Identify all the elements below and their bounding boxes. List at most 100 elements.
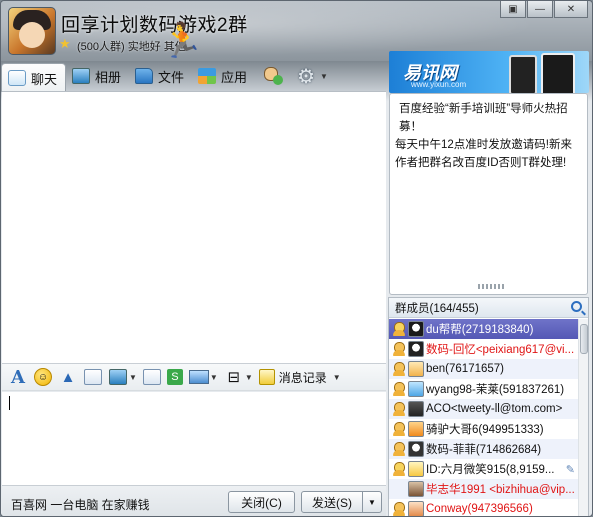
message-log-label[interactable]: 消息记录 <box>279 369 327 386</box>
restore-button[interactable]: ▣ <box>500 1 526 18</box>
gear-icon: ⚙ <box>297 65 315 88</box>
member-name: du帮帮(2719183840) <box>426 324 534 336</box>
image-dropdown-icon[interactable]: ▼ <box>129 373 137 382</box>
avatar <box>408 481 424 497</box>
avatar <box>408 361 424 377</box>
vote-icon[interactable]: ⊟ <box>224 367 244 387</box>
admin-icon <box>392 401 406 417</box>
member-name: 骑驴大哥6(949951333) <box>426 424 544 436</box>
member-row[interactable]: 数码-菲菲(714862684) <box>389 439 579 459</box>
chat-icon <box>8 70 26 86</box>
paste-icon[interactable]: S <box>166 369 183 385</box>
handwriting-icon[interactable] <box>84 369 102 385</box>
edit-icon[interactable]: ✎ <box>566 463 575 476</box>
close-button[interactable]: 关闭(C) <box>228 491 295 513</box>
input-toolbar: A ☺ ▲ ▼ S ▼ ⊟ ▼ 消息记录 ▼ <box>2 363 386 391</box>
members-count: 群成员(164/455) <box>395 302 479 315</box>
tab-files[interactable]: 文件 <box>129 63 192 89</box>
avatar <box>408 321 424 337</box>
vote-dropdown-icon[interactable]: ▼ <box>245 373 253 382</box>
message-input[interactable] <box>2 392 386 485</box>
bottom-bar: 百喜网 一台电脑 在家赚钱 关闭(C) 发送(S) ▼ <box>2 485 386 516</box>
tab-files-label: 文件 <box>158 69 185 85</box>
search-icon[interactable] <box>571 301 582 312</box>
member-name: wyang98-茉莱(591837261) <box>426 384 565 396</box>
member-name: 毕志华1991 <bizhihua@vip... <box>426 484 575 496</box>
chevron-down-icon: ▼ <box>320 71 328 81</box>
font-icon[interactable]: A <box>8 367 28 388</box>
avatar <box>408 401 424 417</box>
member-name: 数码-回忆<peixiang617@vi... <box>426 344 575 356</box>
avatar <box>408 341 424 357</box>
member-row[interactable]: du帮帮(2719183840) <box>389 319 579 339</box>
send-options-button[interactable]: ▼ <box>362 491 382 513</box>
notice-text: 百度经验“新手培训班”导师火热招募！ 每天中午12点准时发放邀请码!新来作者把群… <box>390 94 587 172</box>
function-tabs: 聊天 相册 文件 应用 ⚙ ▼ <box>1 61 389 92</box>
group-members-panel: 群成员(164/455) du帮帮(2719183840) 数码-回忆<peix… <box>388 297 589 516</box>
member-row[interactable]: ACO<tweety-ll@tom.com> <box>389 399 579 419</box>
image-icon[interactable] <box>108 367 128 387</box>
avatar <box>408 461 424 477</box>
screenshot-icon[interactable] <box>188 370 209 384</box>
avatar-face <box>19 22 45 48</box>
avatar <box>408 441 424 457</box>
group-notice-panel: 百度经验“新手培训班”导师火热招募！ 每天中午12点准时发放邀请码!新来作者把群… <box>389 93 588 295</box>
tab-photo-album-label: 相册 <box>95 69 122 85</box>
qq-group-chat-window: 回享计划数码游戏2群 ★ (500人群) 实地好 其他 🏃 ▣ — ✕ 聊天 相… <box>0 0 593 517</box>
avatar <box>408 381 424 397</box>
app-grid-icon <box>198 68 217 84</box>
member-row[interactable]: wyang98-茉莱(591837261) <box>389 379 579 399</box>
tab-apps-label: 应用 <box>221 69 248 85</box>
ad-phone-image-2 <box>541 53 575 93</box>
member-row[interactable]: ben(76171657) <box>389 359 579 379</box>
settings-menu-button[interactable]: ⚙ ▼ <box>291 63 336 89</box>
member-name: Conway(947396566) <box>426 503 533 515</box>
tab-apps[interactable]: 应用 <box>192 63 255 89</box>
chat-history-area[interactable] <box>2 91 386 363</box>
scroll-thumb[interactable] <box>580 324 588 354</box>
add-people-icon <box>261 66 284 86</box>
send-image-icon <box>109 369 127 385</box>
emoji-icon[interactable]: ☺ <box>34 368 52 386</box>
screenshot-dropdown-icon[interactable]: ▼ <box>210 373 218 382</box>
shake-window-icon[interactable]: ▲ <box>58 367 78 387</box>
admin-icon <box>392 501 406 516</box>
folder-icon <box>135 68 154 84</box>
tab-chat-label: 聊天 <box>31 71 58 87</box>
message-log-icon[interactable] <box>258 369 275 385</box>
member-row[interactable]: 数码-回忆<peixiang617@vi... <box>389 339 579 359</box>
member-row[interactable]: 骑驴大哥6(949951333) <box>389 419 579 439</box>
close-window-button[interactable]: ✕ <box>554 1 588 18</box>
member-row[interactable]: 毕志华1991 <bizhihua@vip... <box>389 479 579 499</box>
member-name: 数码-菲菲(714862684) <box>426 444 542 456</box>
member-list-scrollbar[interactable] <box>578 319 588 516</box>
members-header: 群成员(164/455) <box>389 298 588 318</box>
admin-icon <box>392 461 406 477</box>
avatar <box>408 421 424 437</box>
tab-photo-album[interactable]: 相册 <box>66 63 129 89</box>
member-row[interactable]: ID:六月微笑915(8,9159... ✎ <box>389 459 579 479</box>
invite-members-button[interactable] <box>255 63 291 89</box>
text-caret <box>9 396 10 410</box>
resize-grip[interactable] <box>478 284 504 289</box>
notice-line-1: 百度经验“新手培训班”导师火热招募！ <box>399 103 568 133</box>
star-icon: ★ <box>59 36 71 51</box>
member-name: ben(76171657) <box>426 363 505 375</box>
minimize-button[interactable]: — <box>527 1 553 18</box>
window-controls: ▣ — ✕ <box>500 1 588 18</box>
notice-line-2: 每天中午12点准时发放邀请码!新来作者把群名改百度ID否则T群处理! <box>395 139 572 169</box>
photo-album-icon <box>72 68 91 84</box>
group-avatar[interactable] <box>8 7 56 55</box>
ad-phone-image <box>509 55 537 93</box>
admin-icon <box>392 381 406 397</box>
music-icon[interactable] <box>142 369 161 385</box>
avatar <box>408 501 424 516</box>
ad-banner[interactable]: 易讯网 www.yixun.com <box>389 51 589 93</box>
member-row[interactable]: Conway(947396566) <box>389 499 579 516</box>
member-list: du帮帮(2719183840) 数码-回忆<peixiang617@vi...… <box>389 319 579 516</box>
ad-url: www.yixun.com <box>411 80 467 89</box>
message-log-dropdown-icon[interactable]: ▼ <box>333 373 341 382</box>
tab-chat[interactable]: 聊天 <box>1 63 67 92</box>
promo-link[interactable]: 百喜网 一台电脑 在家赚钱 <box>11 496 150 513</box>
send-button[interactable]: 发送(S) <box>301 491 363 513</box>
